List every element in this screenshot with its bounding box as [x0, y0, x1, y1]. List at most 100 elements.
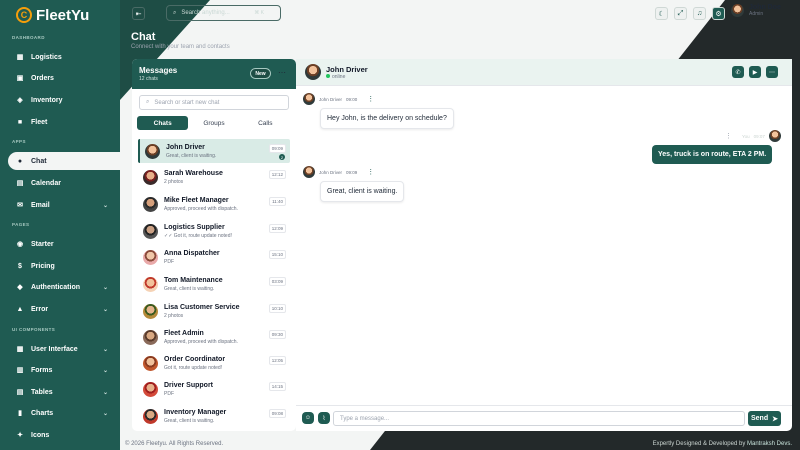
conversation-preview: Great, client is waiting. [164, 285, 215, 292]
sidebar-item-orders[interactable]: ▣ Orders [8, 69, 120, 87]
sidebar-item-fleet[interactable]: ■ Fleet [8, 113, 120, 131]
sidebar-item-calendar[interactable]: ▤ Calendar [8, 174, 120, 192]
video-icon: ▶ [752, 69, 758, 76]
sidebar-toggle-button[interactable]: ⇤ [132, 7, 145, 20]
new-chat-button[interactable]: New [250, 68, 271, 79]
list-item[interactable]: Lisa Customer Service 2 photos 10:10 [138, 299, 290, 323]
message-meta: John Driver 09:09 ⋮ [303, 166, 374, 178]
tab-groups[interactable]: Groups [188, 116, 239, 130]
conversation-time: 12:05 [268, 356, 286, 365]
page-subtitle: Connect with your team and contacts [131, 44, 230, 50]
chat-contact-name: John Driver [326, 65, 368, 74]
list-item[interactable]: Fleet Admin Approved, proceed with dispat… [138, 325, 290, 349]
sidebar-item-email[interactable]: ✉ Email ⌄ [8, 196, 120, 214]
message-options-icon[interactable]: ⋮ [725, 132, 732, 140]
sidebar-item-label: User Interface [31, 345, 78, 353]
message-options-icon[interactable]: ⋮ [367, 168, 374, 176]
chat-icon: ● [17, 157, 23, 165]
avatar [303, 166, 315, 178]
conversation-name: Tom Maintenance [164, 276, 223, 284]
sidebar-item-starter[interactable]: ◉ Starter [8, 235, 120, 253]
video-call-button[interactable]: ▶ [749, 66, 761, 78]
sidebar-item-charts[interactable]: ▮ Charts ⌄ [8, 404, 120, 422]
sidebar-item-user-interface[interactable]: ▦ User Interface ⌄ [8, 340, 120, 358]
sidebar-item-authentication[interactable]: ◆ Authentication ⌄ [8, 278, 120, 296]
sidebar-item-tables[interactable]: ▤ Tables ⌄ [8, 383, 120, 401]
chat-options-button[interactable]: ⋯ [766, 66, 778, 78]
notifications-button[interactable]: ♫ [693, 7, 706, 20]
sidebar-item-chat[interactable]: ● Chat [8, 152, 120, 170]
message-time: 09:09 [346, 169, 358, 175]
sidebar-item-logistics[interactable]: ▦ Logistics [8, 48, 120, 66]
logo-icon: C [16, 7, 32, 23]
list-item[interactable]: Inventory Manager Great, client is waitin… [138, 404, 290, 428]
message-options-icon[interactable]: ⋮ [367, 95, 374, 103]
layers-icon: ◈ [17, 97, 23, 104]
tab-chats[interactable]: Chats [137, 116, 189, 130]
list-item[interactable]: Mike Fleet Manager Approved, proceed with… [138, 192, 290, 216]
box-icon: ▣ [16, 75, 24, 82]
chevron-down-icon: ⌄ [102, 306, 108, 313]
more-options-icon[interactable]: ⋯ [278, 68, 286, 77]
global-search-input[interactable]: ⌕ Search anything... ⌘ K [166, 5, 281, 21]
user-menu[interactable]: John Doe Admin [731, 4, 781, 17]
sidebar-item-pricing[interactable]: $ Pricing [8, 257, 120, 275]
emoji-button[interactable]: ☺ [302, 412, 314, 424]
chevron-down-icon: ⌄ [102, 389, 108, 396]
avatar [143, 303, 158, 319]
message-sender: John Driver [319, 96, 343, 102]
conversation-time: 15:10 [268, 250, 286, 259]
footer-credit-link[interactable]: Mantraksh Devs. [747, 441, 792, 447]
avatar [143, 223, 158, 239]
conversation-name: Sarah Warehouse [164, 169, 223, 177]
conversation-time: 03:09 [268, 277, 286, 286]
chart-icon: ▮ [18, 410, 22, 417]
brand-logo[interactable]: C FleetYu [0, 0, 120, 30]
list-item[interactable]: Anna Dispatcher PDF 15:10 [138, 245, 290, 269]
sidebar-item-forms[interactable]: ▥ Forms ⌄ [8, 361, 120, 379]
avatar [143, 276, 158, 292]
message-input[interactable]: Type a message... [333, 411, 745, 426]
list-item[interactable]: John Driver Great, client is waiting. 09:… [138, 139, 290, 163]
conversation-preview: PDF [164, 258, 174, 265]
sidebar-item-label: Error [31, 305, 49, 313]
message-bubble: Hey John, is the delivery on schedule? [320, 108, 454, 129]
sidebar-item-error[interactable]: ▲ Error ⌄ [8, 300, 120, 318]
alert-icon: ▲ [16, 305, 24, 313]
chevron-down-icon: ⌄ [102, 367, 108, 374]
sidebar-item-inventory[interactable]: ◈ Inventory [8, 91, 120, 109]
avatar [143, 249, 158, 265]
conversation-time: 12:09 [268, 224, 286, 233]
sidebar-item-icons[interactable]: ✦ Icons [8, 426, 120, 444]
attach-button[interactable]: ⌇ [318, 412, 330, 424]
list-item[interactable]: Sarah Warehouse 2 photos 12:12 [138, 165, 290, 189]
list-item[interactable]: Driver Support PDF 14:15 [138, 377, 290, 401]
list-item[interactable]: Tom Maintenance Great, client is waiting.… [138, 272, 290, 296]
settings-button[interactable]: ⚙ [712, 7, 725, 20]
avatar [143, 169, 158, 185]
brand-name: FleetYu [36, 6, 90, 24]
star-icon: ✦ [17, 432, 23, 439]
list-item[interactable]: Logistics Supplier ✓✓ Got it, route updat… [138, 219, 290, 243]
avatar [143, 355, 158, 371]
sidebar-item-label: Tables [31, 388, 53, 396]
send-button[interactable]: Send ➤ [748, 411, 781, 426]
sidebar-item-label: Charts [31, 409, 54, 417]
conversation-preview: Great, client is waiting. [164, 417, 215, 424]
conversation-preview: 2 photos [164, 312, 184, 319]
conversation-time: 12:12 [268, 170, 286, 179]
list-item[interactable]: Order Coordinator Got it, route update no… [138, 351, 290, 375]
collapse-icon: ⇤ [135, 10, 142, 18]
chat-search-input[interactable]: ⌕ Search or start new chat [139, 95, 289, 110]
calendar-icon: ▤ [16, 180, 24, 187]
message-sender: John Driver [319, 169, 343, 175]
avatar [305, 64, 321, 80]
message-composer: ☺ ⌇ Type a message... Send ➤ [296, 405, 792, 431]
sidebar-item-label: Pricing [31, 262, 55, 270]
fullscreen-button[interactable]: ⤢ [674, 7, 687, 20]
theme-toggle-button[interactable]: ☾ [655, 7, 668, 20]
conversation-preview: 2 photos [164, 178, 184, 185]
message-sender: You [742, 133, 750, 139]
tab-calls[interactable]: Calls [240, 116, 291, 130]
call-button[interactable]: ✆ [732, 66, 744, 78]
